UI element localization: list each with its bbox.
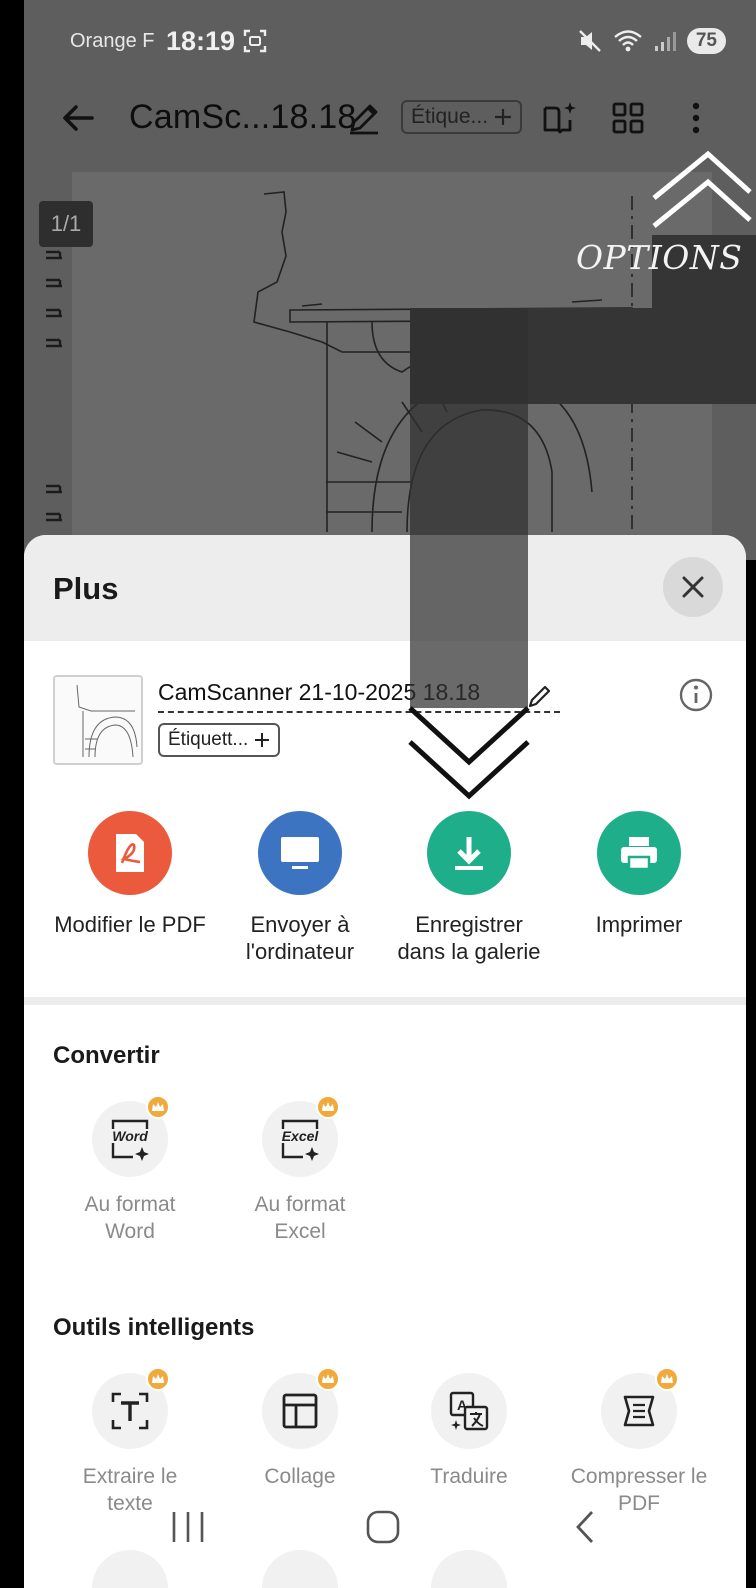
tutorial-guide-column xyxy=(410,308,528,708)
mute-icon xyxy=(579,30,601,52)
tool-label: Au format xyxy=(254,1193,346,1216)
down-chevron-icon xyxy=(408,706,530,800)
page-indicator: 1/1 xyxy=(39,201,93,247)
clock: 18:19 xyxy=(166,26,236,56)
document-title[interactable]: CamSc...18.18 xyxy=(129,98,357,137)
tool-label: Au format xyxy=(84,1193,176,1216)
compress-pdf-icon xyxy=(601,1367,679,1449)
plus-icon xyxy=(495,109,512,125)
edit-pencil-icon[interactable] xyxy=(346,100,382,136)
margin-marks xyxy=(46,250,62,522)
tag-label: Étique... xyxy=(411,105,489,128)
options-hint-label: OPTIONS xyxy=(576,238,743,277)
back-arrow-icon[interactable] xyxy=(58,98,98,138)
save-to-gallery-action[interactable]: Enregistrer dans la galerie xyxy=(384,805,554,965)
send-to-computer-action[interactable]: Envoyer à l'ordinateur xyxy=(215,805,385,965)
premium-crown-icon xyxy=(146,1095,170,1119)
tool-label: Extraire le xyxy=(82,1465,178,1488)
action-label-2: l'ordinateur xyxy=(245,939,355,964)
battery-level: 75 xyxy=(686,28,726,54)
grid-view-icon[interactable] xyxy=(610,100,646,136)
convert-word-button[interactable]: Word Au format Word xyxy=(45,1095,215,1245)
nav-back-icon[interactable] xyxy=(570,1508,600,1546)
print-action[interactable]: Imprimer xyxy=(554,805,724,938)
premium-crown-icon xyxy=(655,1367,679,1391)
home-icon[interactable] xyxy=(364,1508,402,1546)
extract-text-icon xyxy=(92,1367,170,1449)
status-icons: 75 xyxy=(577,26,726,56)
more-vert-icon[interactable] xyxy=(678,100,714,136)
edit-pdf-action[interactable]: Modifier le PDF xyxy=(45,805,215,938)
more-bottom-sheet: Plus CamScanner 21-10-2025 18.18 Étiquet… xyxy=(24,535,746,1588)
collage-button[interactable]: Collage xyxy=(215,1367,385,1490)
monitor-icon xyxy=(258,811,342,895)
status-bar: Orange F 18:19 75 xyxy=(24,0,756,82)
thumbnail-drawing xyxy=(76,684,138,758)
document-viewer: Orange F 18:19 75 CamSc...18.18 Étique..… xyxy=(24,0,756,560)
screen-record-icon xyxy=(243,29,267,53)
file-info-row: CamScanner 21-10-2025 18.18 Étiquett... xyxy=(24,641,746,781)
signal-icon xyxy=(654,32,676,51)
smart-tools-section-title: Outils intelligents xyxy=(53,1314,255,1341)
extract-text-button[interactable]: Extraire le texte xyxy=(45,1367,215,1517)
tool-label: Traduire xyxy=(430,1465,508,1488)
close-icon xyxy=(682,576,704,598)
file-tag-label: Étiquett... xyxy=(168,729,249,750)
add-tag-button[interactable]: Étique... xyxy=(401,100,523,134)
pdf-icon xyxy=(88,811,172,895)
up-chevron-icon xyxy=(652,150,752,228)
system-nav-bar xyxy=(24,1500,756,1560)
action-label-2: dans la galerie xyxy=(397,939,541,964)
close-button[interactable] xyxy=(663,557,723,617)
recent-apps-icon[interactable] xyxy=(168,1510,208,1544)
download-icon xyxy=(427,811,511,895)
tool-label-2: Word xyxy=(105,1220,155,1243)
book-sparkle-icon[interactable] xyxy=(542,100,578,136)
add-file-tag-button[interactable]: Étiquett... xyxy=(158,723,281,757)
convert-excel-button[interactable]: Excel Au format Excel xyxy=(215,1095,385,1245)
word-icon: Word xyxy=(92,1095,170,1177)
convert-section-title: Convertir xyxy=(53,1042,160,1069)
printer-icon xyxy=(597,811,681,895)
collage-icon xyxy=(262,1367,340,1449)
compress-pdf-button[interactable]: Compresser le PDF xyxy=(554,1367,724,1517)
premium-crown-icon xyxy=(146,1367,170,1391)
left-edge xyxy=(0,0,24,1588)
carrier-name: Orange F xyxy=(70,30,155,52)
excel-icon-text: Excel xyxy=(282,1128,320,1144)
doc-toolbar: CamSc...18.18 Étique... xyxy=(24,82,756,156)
action-label: Envoyer à xyxy=(250,912,350,937)
translate-button[interactable]: A Traduire xyxy=(384,1373,554,1490)
word-icon-text: Word xyxy=(112,1128,148,1144)
plus-icon xyxy=(255,733,270,747)
excel-icon: Excel xyxy=(262,1095,340,1177)
tool-label: Collage xyxy=(264,1465,336,1488)
action-label: Modifier le PDF xyxy=(54,912,206,937)
sheet-header: Plus xyxy=(24,535,746,641)
premium-crown-icon xyxy=(316,1367,340,1391)
info-icon[interactable] xyxy=(678,677,714,713)
tool-label: Compresser le xyxy=(570,1465,708,1488)
premium-crown-icon xyxy=(316,1095,340,1119)
action-label: Imprimer xyxy=(595,912,683,937)
action-label: Enregistrer xyxy=(415,912,523,937)
tool-label-2: Excel xyxy=(274,1220,326,1243)
quick-actions: Modifier le PDF Envoyer à l'ordinateur En… xyxy=(24,805,746,995)
section-divider xyxy=(24,997,746,1005)
translate-icon: A xyxy=(431,1373,507,1449)
document-thumbnail[interactable] xyxy=(53,675,143,765)
wifi-icon xyxy=(614,30,642,52)
sheet-title: Plus xyxy=(53,571,119,606)
